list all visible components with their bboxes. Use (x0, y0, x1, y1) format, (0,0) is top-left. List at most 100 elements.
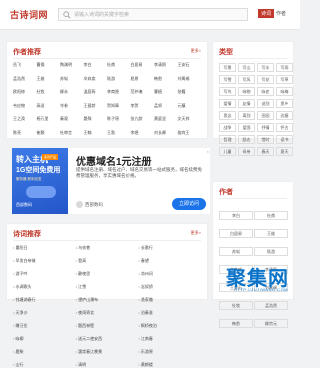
author-side-link[interactable]: 杜牧 (219, 301, 253, 310)
author-link[interactable]: 刘禹锡 (178, 76, 202, 82)
author-link[interactable]: 元稹 (178, 103, 202, 109)
poem-link[interactable]: 江雪 (76, 284, 139, 290)
type-tag[interactable]: 夏天 (276, 147, 293, 156)
author-side-link[interactable]: 李白 (219, 211, 253, 220)
type-tag[interactable]: 写山 (238, 63, 255, 72)
nav-poems[interactable]: 诗词 (258, 9, 275, 18)
ad-visit-button[interactable]: 立即访问 (172, 198, 206, 210)
author-side-link[interactable]: 孟浩然 (254, 301, 288, 310)
author-link[interactable]: 高适 (37, 103, 61, 109)
author-link[interactable]: 王勃 (107, 130, 131, 136)
author-link[interactable]: 黄庭坚 (154, 116, 178, 122)
author-link[interactable]: 李商隐 (107, 89, 131, 95)
author-link[interactable]: 王维 (37, 76, 61, 82)
type-tag[interactable]: 咏史 (257, 87, 274, 96)
author-link[interactable]: 文天祥 (178, 116, 202, 122)
author-side-link[interactable]: 杜甫 (254, 211, 288, 220)
poem-link[interactable]: 渔家傲 (138, 297, 201, 303)
type-tag[interactable]: 边塞 (276, 111, 293, 120)
type-tag[interactable]: 儿童 (219, 147, 236, 156)
type-tag[interactable]: 离别 (238, 111, 255, 120)
type-tag[interactable]: 战争 (219, 123, 236, 132)
type-tag[interactable]: 写水 (257, 63, 274, 72)
author-link[interactable]: 柳永 (60, 89, 84, 95)
type-tag[interactable]: 读书 (276, 135, 293, 144)
author-link[interactable]: 岳飞 (13, 62, 37, 68)
poem-link[interactable]: 天净沙 (13, 310, 76, 316)
author-link[interactable]: 杜审言 (60, 130, 84, 136)
poem-link[interactable]: 凉州词 (138, 271, 201, 277)
type-tag[interactable]: 咏物 (238, 87, 255, 96)
type-tag[interactable]: 写雨 (276, 63, 293, 72)
type-tag[interactable]: 思乡 (276, 99, 293, 108)
author-link[interactable]: 李白 (84, 62, 108, 68)
poem-link[interactable]: 泊秦淮 (138, 310, 201, 316)
poem-link[interactable]: 江南春 (138, 336, 201, 342)
poem-link[interactable]: 水调歌头 (13, 284, 76, 290)
poem-link[interactable]: 鹿柴 (13, 349, 76, 355)
type-tag[interactable]: 写雪 (219, 75, 236, 84)
type-tag[interactable]: 抒情 (257, 123, 274, 132)
author-side-link[interactable]: 白居易 (219, 229, 253, 238)
type-tag[interactable]: 写景 (219, 63, 236, 72)
author-link[interactable]: 苏轼 (60, 76, 84, 82)
type-tag[interactable]: 友情 (238, 99, 255, 108)
author-link[interactable]: 孟浩然 (13, 76, 37, 82)
author-link[interactable]: 张九龄 (131, 116, 155, 122)
author-link[interactable]: 陆游 (107, 76, 131, 82)
author-side-link[interactable]: 陆游 (254, 247, 288, 256)
poem-link[interactable]: 清明 (76, 362, 139, 368)
author-link[interactable]: 贺知章 (107, 103, 131, 109)
author-link[interactable]: 韦应物 (13, 103, 37, 109)
type-tag[interactable]: 怀古 (276, 123, 293, 132)
author-link[interactable]: 孟郊 (154, 103, 178, 109)
author-link[interactable]: 秦观 (60, 116, 84, 122)
type-tag[interactable]: 爱国 (238, 123, 255, 132)
author-link[interactable]: 欧阳修 (13, 89, 37, 95)
author-link[interactable]: 杜甫 (107, 62, 131, 68)
author-link[interactable]: 李贺 (131, 103, 155, 109)
author-side-link[interactable]: 韩愈 (219, 319, 253, 328)
type-tag[interactable]: 春天 (257, 147, 274, 156)
poem-link[interactable]: 早发白帝城 (13, 258, 76, 264)
poems-more-link[interactable]: 更多> (191, 230, 201, 236)
ad-image[interactable]: 转入主机 多款产品 1G空间免费用 服务器 即刻出发 西部数码 (12, 148, 68, 214)
poem-link[interactable]: 游子吟 (13, 271, 76, 277)
author-link[interactable]: 骆宾王 (178, 130, 202, 136)
author-link[interactable]: 杨万里 (37, 116, 61, 122)
author-link[interactable]: 岑参 (60, 103, 84, 109)
type-tag[interactable]: 写风 (238, 75, 255, 84)
search-input[interactable]: 请输入诗词的关键字检索 (58, 8, 248, 21)
poem-link[interactable]: 钱塘湖春行 (13, 297, 76, 303)
poem-link[interactable]: 题西林壁 (76, 323, 139, 329)
author-link[interactable]: 王翰 (84, 130, 108, 136)
poem-link[interactable]: 念奴娇 (138, 284, 201, 290)
poem-link[interactable]: 枫桥夜泊 (138, 323, 201, 329)
poem-link[interactable]: 望庐山瀑布 (76, 297, 139, 303)
poem-link[interactable]: 咏柳 (13, 336, 76, 342)
type-tag[interactable]: 爱情 (219, 99, 236, 108)
poem-link[interactable]: 登高 (76, 258, 139, 264)
author-link[interactable]: 王安石 (178, 62, 202, 68)
author-link[interactable]: 李清照 (154, 62, 178, 68)
author-link[interactable]: 王之涣 (13, 116, 37, 122)
author-side-link[interactable]: 柳宗元 (254, 319, 288, 328)
type-tag[interactable]: 母亲 (238, 147, 255, 156)
author-link[interactable]: 辛弃疾 (84, 76, 108, 82)
type-tag[interactable]: 哲理 (219, 135, 236, 144)
author-link[interactable]: 曹操 (37, 62, 61, 68)
type-tag[interactable]: 咏梅 (276, 87, 293, 96)
poem-link[interactable]: 乐游原 (138, 349, 201, 355)
author-link[interactable]: 陈亮 (13, 130, 37, 136)
type-tag[interactable]: 励志 (238, 135, 255, 144)
author-side-link[interactable]: 苏轼 (219, 247, 253, 256)
author-link[interactable]: 杜牧 (37, 89, 61, 95)
author-link[interactable]: 刘长卿 (154, 130, 178, 136)
author-link[interactable]: 崔颢 (37, 130, 61, 136)
poem-link[interactable]: 送元二使安西 (76, 336, 139, 342)
poem-link[interactable]: 惠崇春江晚景 (76, 349, 139, 355)
author-link[interactable]: 王昌龄 (84, 103, 108, 109)
author-link[interactable]: 温庭筠 (84, 89, 108, 95)
poem-link[interactable]: 山行 (13, 362, 76, 368)
poem-link[interactable]: 春望 (138, 258, 201, 264)
